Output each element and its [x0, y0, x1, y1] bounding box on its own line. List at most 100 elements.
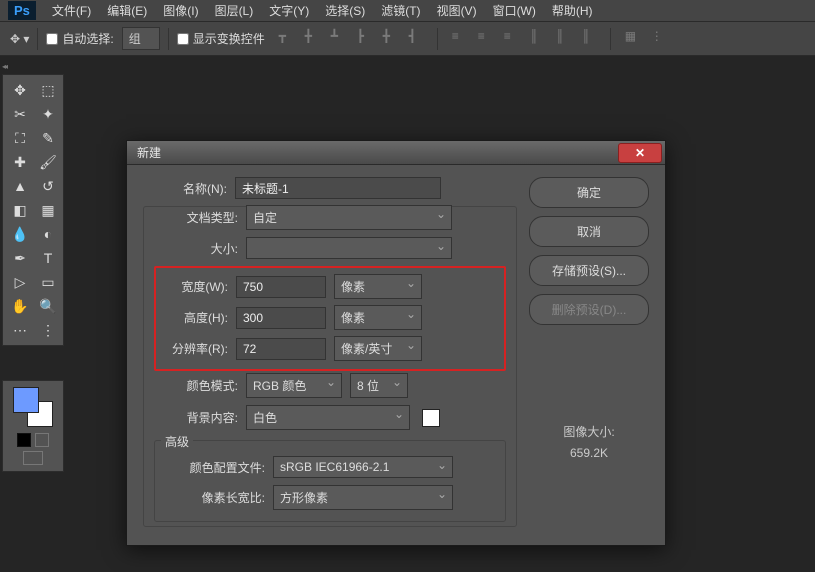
- menu-layer[interactable]: 图层(L): [207, 2, 262, 19]
- width-input[interactable]: [236, 276, 326, 298]
- menu-type[interactable]: 文字(Y): [261, 2, 317, 19]
- menu-select[interactable]: 选择(S): [317, 2, 373, 19]
- dialog-titlebar[interactable]: 新建 ✕: [127, 141, 665, 165]
- dodge-tool-icon[interactable]: ◐: [35, 223, 61, 245]
- resolution-unit-select[interactable]: 像素/英寸: [334, 336, 422, 361]
- auto-select-label: 自动选择:: [62, 30, 113, 47]
- default-colors-icon[interactable]: [17, 433, 31, 447]
- profile-label: 颜色配置文件:: [165, 459, 265, 476]
- edit-toolbar-icon[interactable]: ⋮: [35, 319, 61, 341]
- profile-select[interactable]: sRGB IEC61966-2.1: [273, 456, 453, 478]
- menu-edit[interactable]: 编辑(E): [99, 2, 155, 19]
- aspect-select[interactable]: 方形像素: [273, 485, 453, 510]
- colordepth-select[interactable]: 8 位: [350, 373, 408, 398]
- hand-tool-icon[interactable]: ✋: [7, 295, 33, 317]
- healing-tool-icon[interactable]: ✚: [7, 151, 33, 173]
- distribute-5-icon[interactable]: ║: [556, 29, 576, 49]
- quickmask-icon[interactable]: [23, 451, 43, 465]
- cancel-button[interactable]: 取消: [529, 216, 649, 247]
- menu-image[interactable]: 图像(I): [155, 2, 206, 19]
- extra-tool-icon[interactable]: ⋯: [7, 319, 33, 341]
- tools-panel: ✥ ⬚ ✂ ✦ ⛶ ✎ ✚ 🖌 ▲ ↺ ◧ ▦ 💧 ◐ ✒ T ▷ ▭ ✋ 🔍 …: [2, 74, 64, 346]
- close-button[interactable]: ✕: [618, 143, 662, 163]
- delete-preset-button[interactable]: 删除预设(D)...: [529, 294, 649, 325]
- history-brush-icon[interactable]: ↺: [35, 175, 61, 197]
- color-swatch-panel: [2, 380, 64, 472]
- menu-window[interactable]: 窗口(W): [485, 2, 544, 19]
- extra-icons: ▦ ⋮: [625, 29, 671, 49]
- name-input[interactable]: [235, 177, 441, 199]
- path-select-icon[interactable]: ▷: [7, 271, 33, 293]
- move-tool-icon: ✥ ▾: [10, 32, 29, 46]
- divider: [168, 28, 169, 50]
- divider: [37, 28, 38, 50]
- divider: [437, 28, 438, 50]
- doctype-select[interactable]: 自定: [246, 205, 452, 230]
- options-bar: ✥ ▾ 自动选择: 组 显示变换控件 ┳ ╋ ┻ ┣ ╋ ┫ ≡ ≡ ≡ ║ ║…: [0, 22, 815, 56]
- size-select[interactable]: [246, 237, 452, 259]
- colormode-label: 颜色模式:: [154, 377, 238, 394]
- gradient-tool-icon[interactable]: ▦: [35, 199, 61, 221]
- crop-tool-icon[interactable]: ⛶: [7, 127, 33, 149]
- panel-collapse-handle[interactable]: [2, 58, 16, 68]
- dialog-title: 新建: [137, 144, 161, 161]
- auto-select-target[interactable]: 组: [122, 27, 160, 50]
- extra-icon-1[interactable]: ▦: [625, 29, 645, 49]
- divider: [610, 28, 611, 50]
- align-vcenter-icon[interactable]: ╋: [305, 29, 325, 49]
- ok-button[interactable]: 确定: [529, 177, 649, 208]
- brush-tool-icon[interactable]: 🖌: [35, 151, 61, 173]
- colormode-select[interactable]: RGB 颜色: [246, 373, 342, 398]
- menu-filter[interactable]: 滤镜(T): [373, 2, 428, 19]
- stamp-tool-icon[interactable]: ▲: [7, 175, 33, 197]
- marquee-tool-icon[interactable]: ⬚: [35, 79, 61, 101]
- name-label: 名称(N):: [143, 180, 227, 197]
- eraser-tool-icon[interactable]: ◧: [7, 199, 33, 221]
- width-label: 宽度(W):: [164, 278, 228, 295]
- extra-icon-2[interactable]: ⋮: [651, 29, 671, 49]
- new-document-dialog: 新建 ✕ 名称(N): 文档类型: 自定 大小:: [126, 140, 666, 546]
- highlighted-region: 宽度(W): 像素 高度(H): 像素 分辨率(R): 像素/英寸: [154, 266, 506, 371]
- show-transform-label: 显示变换控件: [193, 30, 265, 47]
- swap-colors-icon[interactable]: [35, 433, 49, 447]
- doctype-label: 文档类型:: [154, 209, 238, 226]
- lasso-tool-icon[interactable]: ✂: [7, 103, 33, 125]
- align-right-icon[interactable]: ┫: [409, 29, 429, 49]
- magic-wand-tool-icon[interactable]: ✦: [35, 103, 61, 125]
- background-label: 背景内容:: [154, 409, 238, 426]
- image-size-label: 图像大小: 659.2K: [529, 423, 649, 460]
- width-unit-select[interactable]: 像素: [334, 274, 422, 299]
- menu-help[interactable]: 帮助(H): [544, 2, 601, 19]
- app-logo: Ps: [8, 1, 36, 20]
- align-hcenter-icon[interactable]: ╋: [383, 29, 403, 49]
- distribute-4-icon[interactable]: ║: [530, 29, 550, 49]
- pen-tool-icon[interactable]: ✒: [7, 247, 33, 269]
- eyedropper-tool-icon[interactable]: ✎: [35, 127, 61, 149]
- menu-view[interactable]: 视图(V): [429, 2, 485, 19]
- foreground-color-swatch[interactable]: [13, 387, 39, 413]
- save-preset-button[interactable]: 存储预设(S)...: [529, 255, 649, 286]
- align-top-icon[interactable]: ┳: [279, 29, 299, 49]
- resolution-input[interactable]: [236, 338, 326, 360]
- menu-file[interactable]: 文件(F): [44, 2, 99, 19]
- distribute-6-icon[interactable]: ║: [582, 29, 602, 49]
- distribute-2-icon[interactable]: ≡: [478, 29, 498, 49]
- background-color-preview[interactable]: [422, 409, 440, 427]
- auto-select-checkbox[interactable]: 自动选择:: [46, 30, 113, 47]
- height-label: 高度(H):: [164, 309, 228, 326]
- zoom-tool-icon[interactable]: 🔍: [35, 295, 61, 317]
- type-tool-icon[interactable]: T: [35, 247, 61, 269]
- show-transform-checkbox[interactable]: 显示变换控件: [177, 30, 265, 47]
- background-select[interactable]: 白色: [246, 405, 410, 430]
- advanced-group-title: 高级: [161, 433, 193, 450]
- move-tool-icon[interactable]: ✥: [7, 79, 33, 101]
- blur-tool-icon[interactable]: 💧: [7, 223, 33, 245]
- shape-tool-icon[interactable]: ▭: [35, 271, 61, 293]
- height-unit-select[interactable]: 像素: [334, 305, 422, 330]
- align-left-icon[interactable]: ┣: [357, 29, 377, 49]
- menubar: Ps 文件(F) 编辑(E) 图像(I) 图层(L) 文字(Y) 选择(S) 滤…: [0, 0, 815, 22]
- distribute-1-icon[interactable]: ≡: [452, 29, 472, 49]
- align-bottom-icon[interactable]: ┻: [331, 29, 351, 49]
- height-input[interactable]: [236, 307, 326, 329]
- distribute-3-icon[interactable]: ≡: [504, 29, 524, 49]
